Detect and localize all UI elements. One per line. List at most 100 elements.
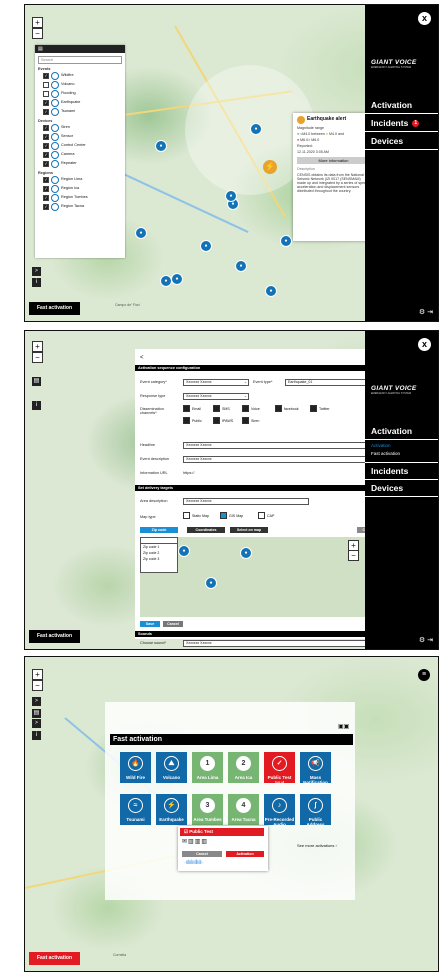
earthquake-marker[interactable]: ⚡ xyxy=(263,160,277,174)
layers-icon[interactable]: ▤ xyxy=(32,377,41,386)
cancel-button[interactable]: Cancel xyxy=(163,621,183,627)
siren-marker[interactable]: ● xyxy=(280,235,292,247)
region-item[interactable]: ✓ Region Lima xyxy=(43,175,125,184)
expand-icon[interactable]: > xyxy=(32,697,41,706)
menu-icon[interactable]: ≡ xyxy=(418,669,430,681)
expand-icon[interactable]: > xyxy=(32,267,41,276)
tile-area-ica[interactable]: 2 Area Ica xyxy=(228,752,259,783)
event-item[interactable]: Volcano xyxy=(43,80,125,89)
tile-tsunami[interactable]: ≈ Tsunami xyxy=(120,794,151,825)
zoom-in-button[interactable]: + xyxy=(32,669,43,680)
window-icons[interactable]: ▣▣ xyxy=(338,723,349,730)
checkbox[interactable]: ✓ xyxy=(43,203,49,210)
device-item[interactable]: ✓ Sensor xyxy=(43,132,125,141)
channel-ipaws-checkbox[interactable]: IPAWS xyxy=(213,417,233,424)
checkbox[interactable]: ✓ xyxy=(43,176,49,183)
info-url-value[interactable]: https:// xyxy=(183,471,194,475)
settings-logout-icons[interactable]: ⚙ ⇥ xyxy=(419,636,433,644)
siren-marker[interactable]: ● xyxy=(155,140,167,152)
tile-public-address[interactable]: ∫ Public Address xyxy=(300,794,331,827)
info-icon[interactable]: i xyxy=(32,401,41,410)
siren-marker[interactable]: ● xyxy=(205,577,217,589)
choose-sound-select[interactable]: Xxxxxxx Xxxxxx⌄ xyxy=(183,640,383,647)
tab-select-on-map[interactable]: Select on map xyxy=(230,527,268,533)
channel-twitter-checkbox[interactable]: Twitter xyxy=(310,405,330,412)
zoom-out-button[interactable]: − xyxy=(348,550,359,561)
nav-devices[interactable]: Devices xyxy=(365,133,438,150)
nav-devices[interactable]: Devices xyxy=(365,480,438,497)
zoom-out-button[interactable]: − xyxy=(32,28,43,39)
checkbox[interactable] xyxy=(220,512,227,519)
channel-siren-checkbox[interactable]: Siren xyxy=(242,417,259,424)
nav-incidents[interactable]: Incidents 1 xyxy=(365,115,438,132)
siren-marker[interactable]: ● xyxy=(178,545,190,557)
settings-logout-icons[interactable]: ⚙ ⇥ xyxy=(419,308,433,316)
zoom-in-button[interactable]: + xyxy=(32,341,43,352)
checkbox[interactable]: ✓ xyxy=(43,124,49,131)
tile-mass-notification[interactable]: 📢 Mass Notification xyxy=(300,752,331,785)
response-type-select[interactable]: Xxxxxxx Xxxxxx ⌄ xyxy=(183,393,249,400)
layers-icon[interactable]: ▤ xyxy=(32,709,41,718)
popup-cancel-button[interactable]: Cancel xyxy=(182,851,222,857)
event-type-input[interactable]: Earthquake_01 xyxy=(285,379,377,386)
checkbox[interactable]: ✓ xyxy=(43,133,49,140)
checkbox[interactable]: ✓ xyxy=(43,160,49,167)
popup-activation-button[interactable]: Activation xyxy=(226,851,264,857)
fast-activation-button[interactable]: Fast activation xyxy=(29,302,80,315)
tile-area-tacna[interactable]: 4 Area Tacna xyxy=(228,794,259,825)
channel-facebook-checkbox[interactable]: facebook xyxy=(275,405,299,412)
close-button[interactable]: x xyxy=(418,12,431,25)
tile-wild-fire[interactable]: 🔥 Wild Fire xyxy=(120,752,151,783)
device-item[interactable]: ✓ Camera xyxy=(43,150,125,159)
fast-activation-button[interactable]: Fast activation xyxy=(29,952,80,965)
zoom-out-button[interactable]: − xyxy=(32,352,43,363)
checkbox[interactable]: ✓ xyxy=(43,108,49,115)
event-description-input[interactable]: Xxxxxxx Xxxxxx xyxy=(183,456,375,463)
nav-activation[interactable]: Activation xyxy=(365,423,438,440)
tile-earthquake[interactable]: ⚡ Earthquake xyxy=(156,794,187,825)
channel-sms-checkbox[interactable]: SMS xyxy=(213,405,230,412)
see-more-activations-link[interactable]: See more activations › xyxy=(297,843,337,848)
checkbox[interactable]: ✓ xyxy=(43,99,49,106)
region-item[interactable]: ✓ Region Ica xyxy=(43,184,125,193)
delivery-map[interactable]: ● ● ● + − Zip code 1 Zip code 2 Zip code 3 xyxy=(140,537,377,617)
close-button[interactable]: x xyxy=(418,338,431,351)
headline-input[interactable]: Xxxxxxx Xxxxxx xyxy=(183,442,375,449)
tile-volcano[interactable]: ⛰ Volcano xyxy=(156,752,187,783)
map-type-option[interactable]: CAP xyxy=(258,512,274,519)
event-category-select[interactable]: Xxxxxxx Xxxxxx ⌄ xyxy=(183,379,249,386)
device-item[interactable]: ✓ Siren xyxy=(43,123,125,132)
region-item[interactable]: ✓ Region Tacna xyxy=(43,202,125,211)
checkbox[interactable]: ✓ xyxy=(43,72,49,79)
checkbox[interactable] xyxy=(258,512,265,519)
filter-search-input[interactable]: Search xyxy=(38,56,122,64)
tile-pre-recorded-audio[interactable]: ♪ Pre-Recorded Audio xyxy=(264,794,295,827)
map-type-option[interactable]: GIS Map xyxy=(220,512,243,519)
map-type-option[interactable]: Static Map xyxy=(183,512,209,519)
tab-zip-code[interactable]: Zip code xyxy=(140,527,178,533)
checkbox[interactable] xyxy=(43,81,49,88)
expand-icon[interactable]: > xyxy=(32,719,41,728)
nav-fast-activation-sub[interactable]: Fast activation xyxy=(371,451,400,456)
event-item[interactable]: ✓ Tsunami xyxy=(43,107,125,116)
nav-activation-sub[interactable]: Activation xyxy=(371,443,391,448)
siren-marker[interactable]: ● xyxy=(135,227,147,239)
zoom-in-button[interactable]: + xyxy=(32,17,43,28)
zoom-out-button[interactable]: − xyxy=(32,680,43,691)
save-button[interactable]: Save xyxy=(140,621,160,627)
region-item[interactable]: ✓ Region Tumbes xyxy=(43,193,125,202)
info-icon[interactable]: i xyxy=(32,278,41,287)
channel-email-checkbox[interactable]: Email xyxy=(183,405,201,412)
checkbox[interactable]: ✓ xyxy=(43,142,49,149)
checkbox[interactable]: ✓ xyxy=(43,151,49,158)
siren-marker[interactable]: ● xyxy=(225,190,237,202)
device-item[interactable]: ✓ Control Center xyxy=(43,141,125,150)
siren-marker[interactable]: ● xyxy=(250,123,262,135)
channel-public-checkbox[interactable]: Public xyxy=(183,417,202,424)
zip-code-item[interactable]: Zip code 3 xyxy=(141,556,177,562)
event-item[interactable]: ✓ Earthquake xyxy=(43,98,125,107)
siren-marker[interactable]: ● xyxy=(171,273,183,285)
nav-activation[interactable]: Activation xyxy=(365,97,438,114)
siren-marker[interactable]: ● xyxy=(235,260,247,272)
channel-voice-checkbox[interactable]: Voice xyxy=(242,405,260,412)
